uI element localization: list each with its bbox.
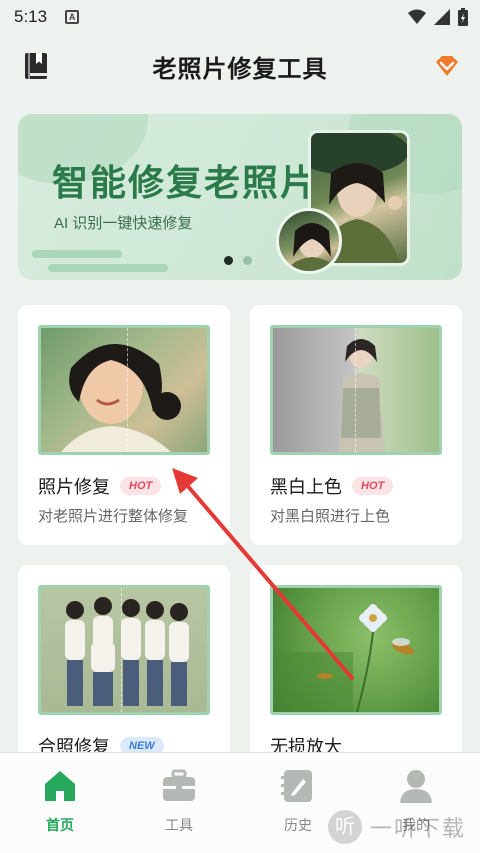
- group-photo-illustration: [65, 597, 189, 706]
- feature-card-group-repair[interactable]: 合照修复 NEW: [18, 565, 230, 765]
- book-icon[interactable]: [24, 52, 48, 80]
- battery-icon: [458, 8, 468, 26]
- feature-image: [270, 585, 442, 715]
- status-bar: 5:13 A: [0, 0, 480, 34]
- portrait-illustration: [61, 343, 181, 452]
- pagination-dot[interactable]: [243, 256, 252, 265]
- nav-item-history[interactable]: 历史: [258, 767, 338, 835]
- flower-insect-illustration: [273, 604, 415, 712]
- feature-image: [38, 585, 210, 715]
- portrait-illustration: [339, 339, 385, 452]
- feature-card-upscale[interactable]: 无损放大: [250, 565, 462, 765]
- feature-label: 照片修复 HOT: [38, 473, 162, 499]
- nav-item-tools[interactable]: 工具: [139, 767, 219, 835]
- history-icon: [281, 770, 312, 802]
- feature-description: 对黑白照进行上色: [270, 508, 391, 525]
- signal-icon: [434, 9, 450, 25]
- before-after-divider: [121, 588, 122, 712]
- wifi-icon: [408, 9, 426, 24]
- banner-pagination: [224, 256, 252, 265]
- before-after-divider: [355, 328, 356, 452]
- hot-badge: HOT: [120, 477, 162, 495]
- feature-name: 照片修复: [38, 477, 110, 497]
- promo-banner[interactable]: 智能修复老照片 AI 识别一键快速修复: [18, 114, 462, 280]
- nav-item-home[interactable]: 首页: [20, 767, 100, 835]
- profile-icon: [400, 770, 432, 803]
- feature-name: 黑白上色: [270, 477, 342, 497]
- app-header: 老照片修复工具: [0, 40, 480, 92]
- notification-icon: A: [65, 10, 80, 24]
- feature-card-colorize[interactable]: 黑白上色 HOT 对黑白照进行上色: [250, 305, 462, 545]
- watermark: 听 一听下载: [327, 810, 466, 844]
- vip-diamond-icon[interactable]: [434, 54, 460, 78]
- feature-card-photo-repair[interactable]: 照片修复 HOT 对老照片进行整体修复: [18, 305, 230, 545]
- feature-image: [38, 325, 210, 455]
- watermark-text: 一听下载: [369, 816, 466, 841]
- banner-cloud-decoration: [48, 264, 168, 272]
- banner-photo-thumbnail: [276, 208, 342, 274]
- watermark-logo: 听: [327, 810, 362, 844]
- nav-label: 首页: [46, 817, 74, 833]
- banner-subtitle: AI 识别一键快速修复: [54, 215, 193, 232]
- feature-image: [270, 325, 442, 455]
- pagination-dot-active[interactable]: [224, 256, 233, 265]
- status-time: 5:13: [14, 7, 48, 26]
- page-title: 老照片修复工具: [152, 55, 328, 83]
- feature-label: 黑白上色 HOT: [270, 473, 394, 499]
- before-after-divider: [127, 328, 128, 452]
- nav-label: 历史: [284, 817, 312, 833]
- status-icons: [408, 8, 468, 26]
- feature-description: 对老照片进行整体修复: [38, 508, 189, 525]
- home-icon: [45, 771, 75, 801]
- hot-badge: HOT: [352, 477, 394, 495]
- toolbox-icon: [163, 769, 195, 801]
- banner-headline: 智能修复老照片: [52, 162, 319, 203]
- banner-cloud-decoration: [32, 250, 122, 258]
- nav-label: 工具: [165, 817, 193, 833]
